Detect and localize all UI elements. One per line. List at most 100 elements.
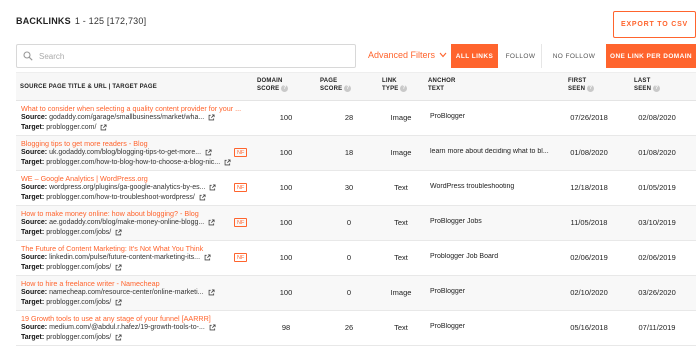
domain-score: 100	[279, 148, 293, 157]
filter-no-follow[interactable]: NO FOLLOW	[544, 44, 604, 68]
source-label: Source:	[21, 254, 48, 261]
anchor-text: ProBlogger Jobs	[430, 218, 482, 225]
anchor-text: learn more about deciding what to bl...	[430, 148, 549, 155]
external-link-icon[interactable]	[208, 219, 215, 226]
title-text: BACKLINKS	[16, 16, 71, 26]
last-seen: 02/08/2020	[638, 113, 676, 122]
domain-score: 98	[281, 323, 291, 332]
col-domain-score[interactable]: DOMAIN SCORE?	[257, 77, 289, 93]
source-url: Source: uk.godaddy.com/blog/blogging-tips…	[21, 149, 212, 156]
page-score: 30	[344, 183, 354, 192]
source-url-text[interactable]: ae.godaddy.com/blog/make-money-online-bl…	[49, 219, 204, 226]
col-first-seen[interactable]: FIRST SEEN?	[568, 77, 595, 93]
external-link-icon[interactable]	[115, 229, 122, 236]
source-page-title-link[interactable]: How to hire a freelance writer - Nameche…	[21, 279, 160, 288]
col-last-seen[interactable]: LAST SEEN?	[634, 77, 661, 93]
first-seen: 07/26/2018	[570, 113, 608, 122]
filter-one-link-per-domain[interactable]: ONE LINK PER DOMAIN	[606, 44, 696, 68]
target-url-text[interactable]: problogger.com/how-to-troubleshoot-wordp…	[46, 194, 195, 201]
external-link-icon[interactable]	[205, 149, 212, 156]
external-link-icon[interactable]	[199, 194, 206, 201]
source-page-title-link[interactable]: Blogging tips to get more readers - Blog	[21, 139, 148, 148]
table-row: The Future of Content Marketing: It's No…	[16, 241, 696, 276]
source-label: Source:	[21, 184, 48, 191]
table-body: What to consider when selecting a qualit…	[16, 101, 696, 346]
source-page-title-link[interactable]: WE – Google Analytics | WordPress.org	[21, 174, 148, 183]
nofollow-badge: NF	[234, 183, 248, 192]
link-type: Text	[394, 253, 408, 262]
external-link-icon[interactable]	[100, 124, 107, 131]
source-url-text[interactable]: uk.godaddy.com/blog/blogging-tips-to-get…	[49, 149, 201, 156]
col-anchor-text[interactable]: ANCHOR TEXT	[428, 77, 456, 93]
source-url-text[interactable]: godaddy.com/garage/smallbusiness/market/…	[49, 114, 204, 121]
target-url-text[interactable]: problogger.com/jobs/	[46, 264, 111, 271]
source-url-text[interactable]: medium.com/@abdul.r.hafez/19-growth-tool…	[49, 324, 205, 331]
source-label: Source:	[21, 324, 48, 331]
source-page-title-link[interactable]: 19 Growth tools to use at any stage of y…	[21, 314, 211, 323]
domain-score: 100	[279, 113, 293, 122]
source-label: Source:	[21, 289, 48, 296]
external-link-icon[interactable]	[115, 264, 122, 271]
info-icon[interactable]: ?	[281, 85, 289, 92]
external-link-icon[interactable]	[224, 159, 231, 166]
first-seen: 05/16/2018	[570, 323, 608, 332]
source-page-title-link[interactable]: What to consider when selecting a qualit…	[21, 104, 241, 113]
target-url-text[interactable]: problogger.com/jobs/	[46, 299, 111, 306]
info-icon[interactable]: ?	[344, 85, 352, 92]
col-link-type[interactable]: LINK TYPE?	[382, 77, 408, 93]
target-url: Target: problogger.com/	[21, 124, 107, 131]
filter-follow[interactable]: FOLLOW	[500, 44, 542, 68]
col-page-score[interactable]: PAGE SCORE?	[320, 77, 352, 93]
link-type: Image	[390, 113, 412, 122]
first-seen: 02/06/2019	[570, 253, 608, 262]
external-link-icon[interactable]	[115, 334, 122, 341]
target-label: Target:	[21, 299, 45, 306]
external-link-icon[interactable]	[115, 299, 122, 306]
source-url-text[interactable]: namecheap.com/resource-center/online-mar…	[49, 289, 203, 296]
page-score: 0	[346, 253, 352, 262]
col-source[interactable]: SOURCE PAGE TITLE & URL | TARGET PAGE	[20, 83, 157, 91]
source-url-text[interactable]: linkedin.com/pulse/future-content-market…	[49, 254, 200, 261]
target-url: Target: problogger.com/jobs/	[21, 334, 122, 341]
backlinks-table: SOURCE PAGE TITLE & URL | TARGET PAGE DO…	[16, 72, 696, 346]
first-seen: 12/18/2018	[570, 183, 608, 192]
table-row: How to hire a freelance writer - Nameche…	[16, 276, 696, 311]
page-score: 0	[346, 218, 352, 227]
external-link-icon[interactable]	[204, 254, 211, 261]
target-url-text[interactable]: problogger.com/jobs/	[46, 334, 111, 341]
last-seen: 01/05/2019	[638, 183, 676, 192]
advanced-filters-toggle[interactable]: Advanced Filters	[368, 50, 447, 60]
target-url-text[interactable]: problogger.com/	[46, 124, 96, 131]
source-page-title-link[interactable]: How to make money online: how about blog…	[21, 209, 199, 218]
search-box[interactable]	[16, 44, 356, 68]
source-url: Source: wordpress.org/plugins/ga-google-a…	[21, 184, 217, 191]
first-seen: 11/05/2018	[570, 218, 608, 227]
external-link-icon[interactable]	[209, 184, 217, 191]
info-icon[interactable]: ?	[587, 85, 595, 92]
source-url-text[interactable]: wordpress.org/plugins/ga-google-analytic…	[49, 184, 205, 191]
link-type: Text	[394, 183, 408, 192]
external-link-icon[interactable]	[208, 289, 215, 296]
info-icon[interactable]: ?	[653, 85, 661, 92]
target-label: Target:	[21, 194, 45, 201]
source-label: Source:	[21, 149, 48, 156]
filter-all-links[interactable]: ALL LINKS	[451, 44, 498, 68]
table-row: How to make money online: how about blog…	[16, 206, 696, 241]
target-url: Target: problogger.com/jobs/	[21, 264, 122, 271]
target-url-text[interactable]: problogger.com/how-to-blog-how-to-choose…	[46, 159, 220, 166]
first-seen: 02/10/2020	[570, 288, 608, 297]
source-page-title-link[interactable]: The Future of Content Marketing: It's No…	[21, 244, 203, 253]
page-score: 0	[346, 288, 352, 297]
source-url: Source: medium.com/@abdul.r.hafez/19-grow…	[21, 324, 216, 331]
source-label: Source:	[21, 114, 48, 121]
external-link-icon[interactable]	[209, 324, 216, 331]
anchor-text: ProBlogger	[430, 113, 466, 120]
source-url: Source: godaddy.com/garage/smallbusiness/…	[21, 114, 215, 121]
target-url-text[interactable]: problogger.com/jobs/	[46, 229, 111, 236]
external-link-icon[interactable]	[208, 114, 215, 121]
info-icon[interactable]: ?	[400, 85, 408, 92]
export-csv-button[interactable]: EXPORT TO CSV	[613, 11, 696, 38]
page-score: 26	[344, 323, 354, 332]
search-input[interactable]	[39, 51, 339, 61]
target-url: Target: problogger.com/how-to-blog-how-to…	[21, 159, 231, 166]
